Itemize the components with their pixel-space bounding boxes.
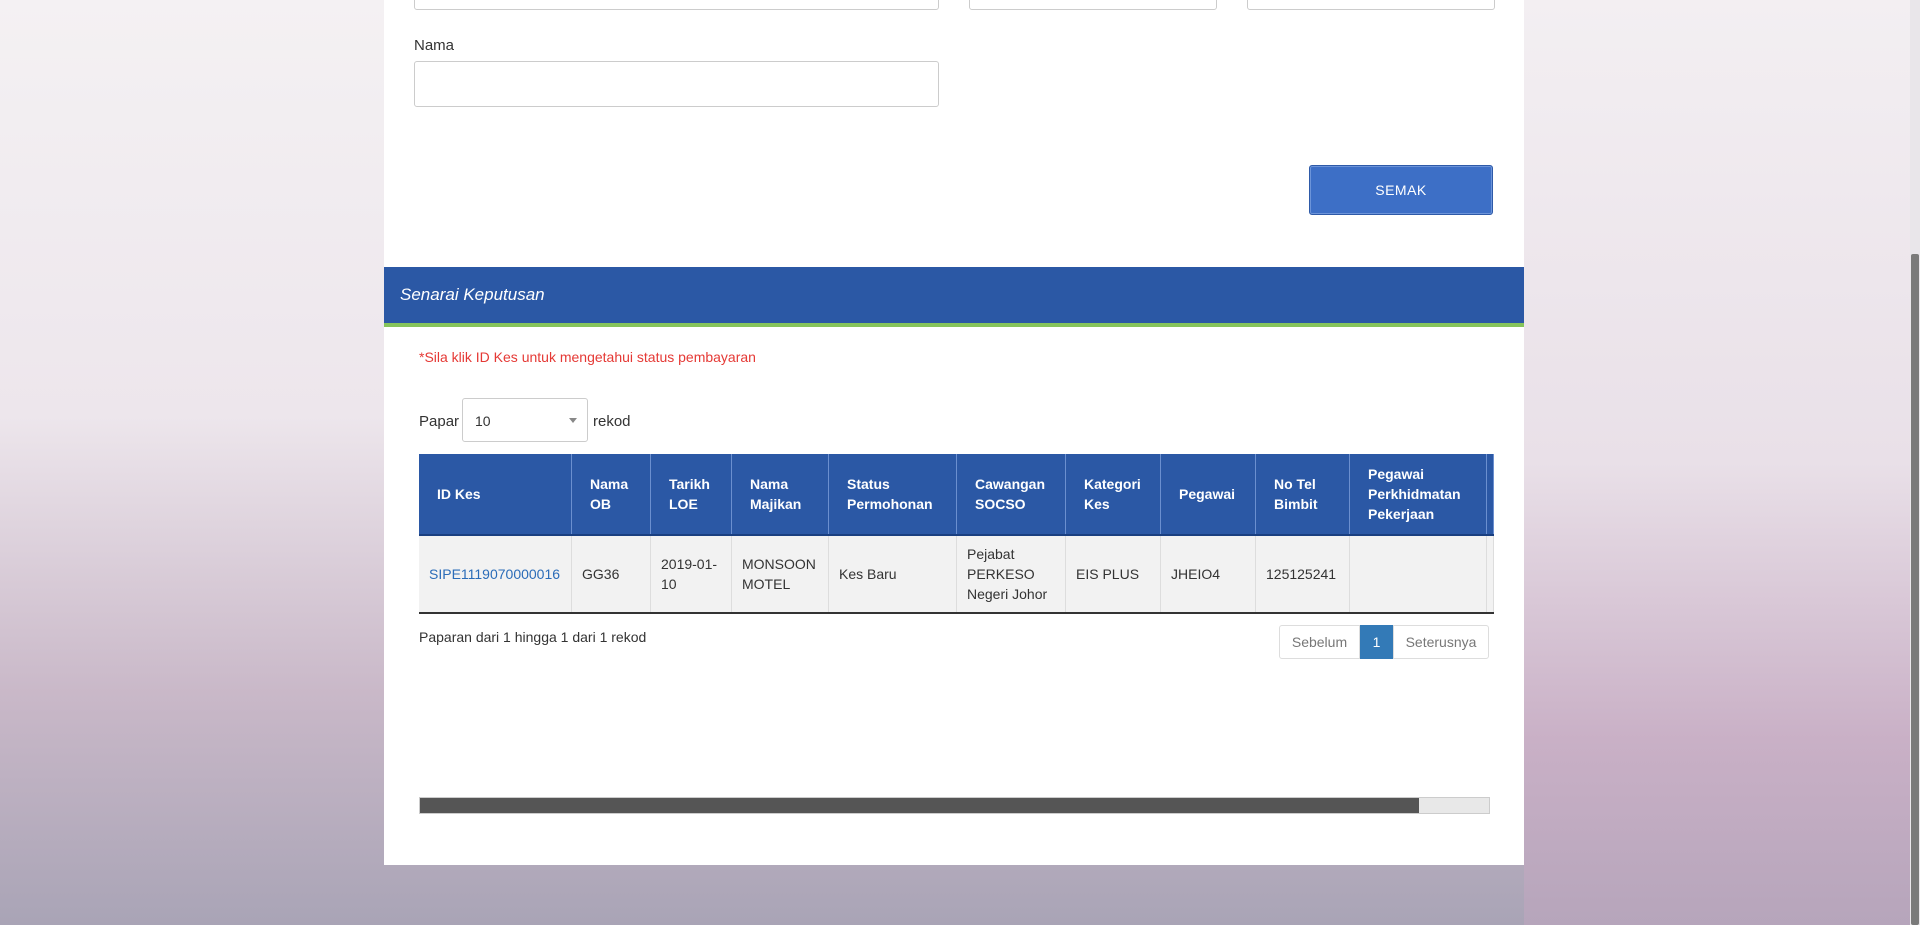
section-header: Senarai Keputusan — [384, 267, 1524, 323]
cell-overflow — [1486, 534, 1494, 614]
col-id-kes[interactable]: ID Kes — [419, 454, 572, 535]
cell-cawangan-socso: Pejabat PERKESO Negeri Johor — [956, 534, 1066, 614]
table-header-row: ID Kes Nama OB Tarikh LOE Nama Majikan S… — [419, 454, 1494, 535]
col-overflow — [1486, 454, 1494, 535]
page-scrollbar-thumb[interactable] — [1911, 254, 1919, 925]
cell-nama-majikan: MONSOON MOTEL — [731, 534, 829, 614]
nama-input[interactable] — [414, 61, 939, 107]
horizontal-scrollbar[interactable] — [419, 797, 1490, 814]
col-cawangan-socso[interactable]: Cawangan SOCSO — [956, 454, 1066, 535]
table-row: SIPE1119070000016 GG36 2019-01-10 MONSOO… — [419, 534, 1494, 614]
cell-status-permohonan: Kes Baru — [828, 534, 957, 614]
col-tarikh-loe[interactable]: Tarikh LOE — [650, 454, 732, 535]
top-input-2[interactable] — [969, 0, 1217, 10]
cell-kategori-kes: EIS PLUS — [1065, 534, 1161, 614]
records-per-page-value: 10 — [475, 413, 491, 429]
records-per-page-select[interactable]: 10 — [462, 398, 588, 442]
table-info: Paparan dari 1 hingga 1 dari 1 rekod — [419, 629, 647, 645]
payment-note: *Sila klik ID Kes untuk mengetahui statu… — [419, 349, 756, 365]
length-suffix: rekod — [593, 413, 631, 430]
col-kategori-kes[interactable]: Kategori Kes — [1065, 454, 1161, 535]
main-panel: Nama SEMAK Senarai Keputusan *Sila klik … — [384, 0, 1524, 865]
col-nama-ob[interactable]: Nama OB — [571, 454, 651, 535]
section-accent-line — [384, 323, 1524, 327]
caret-down-icon — [569, 418, 577, 423]
nama-label: Nama — [414, 37, 455, 54]
page-background — [1524, 0, 1920, 925]
col-pegawai[interactable]: Pegawai — [1160, 454, 1256, 535]
pagination-next[interactable]: Seterusnya — [1393, 625, 1489, 659]
horizontal-scrollbar-thumb[interactable] — [420, 798, 1419, 813]
cell-no-tel-bimbit: 125125241 — [1255, 534, 1350, 614]
pagination-page-1[interactable]: 1 — [1360, 625, 1393, 659]
col-status-permohonan[interactable]: Status Permohonan — [828, 454, 957, 535]
results-table: ID Kes Nama OB Tarikh LOE Nama Majikan S… — [419, 454, 1494, 614]
top-input-1[interactable] — [414, 0, 939, 10]
cell-pegawai: JHEIO4 — [1160, 534, 1256, 614]
col-pegawai-perkhidmatan[interactable]: Pegawai Perkhidmatan Pekerjaan — [1349, 454, 1487, 535]
cell-tarikh-loe: 2019-01-10 — [650, 534, 732, 614]
semak-button[interactable]: SEMAK — [1309, 165, 1493, 215]
col-no-tel-bimbit[interactable]: No Tel Bimbit — [1255, 454, 1350, 535]
col-nama-majikan[interactable]: Nama Majikan — [731, 454, 829, 535]
section-title: Senarai Keputusan — [400, 285, 545, 304]
top-input-3[interactable] — [1247, 0, 1495, 10]
cell-nama-ob: GG36 — [571, 534, 651, 614]
cell-pegawai-perkhidmatan — [1349, 534, 1487, 614]
length-prefix: Papar — [419, 413, 460, 430]
id-kes-link[interactable]: SIPE1119070000016 — [419, 534, 572, 614]
pagination-prev[interactable]: Sebelum — [1279, 625, 1360, 659]
page-scrollbar[interactable] — [1910, 0, 1920, 925]
pagination: Sebelum 1 Seterusnya — [1279, 625, 1489, 659]
